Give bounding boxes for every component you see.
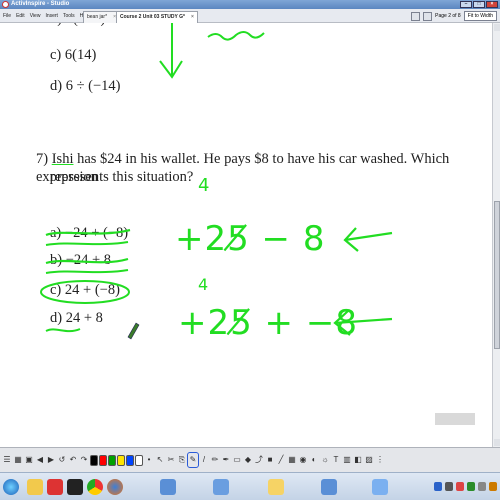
color-swatch-black[interactable] — [90, 454, 98, 466]
shape-icon[interactable]: ■ — [265, 453, 275, 467]
select-icon[interactable]: ↖ — [155, 453, 165, 467]
vertical-scrollbar[interactable] — [492, 23, 500, 447]
taskbar-app-icon[interactable] — [372, 479, 388, 495]
previous-page-icon[interactable]: ◀ — [35, 453, 45, 467]
taskbar-app-icon[interactable] — [160, 479, 176, 495]
activinspire-window: ActivInspire - Studio – □ × File Edit Vi… — [0, 0, 500, 500]
underline-a-ink — [45, 241, 129, 246]
revealer-icon[interactable]: ◐ — [309, 453, 319, 467]
taskbar — [0, 472, 500, 500]
reset-page-icon[interactable]: ↺ — [57, 453, 67, 467]
activinspire-icon[interactable] — [67, 479, 83, 495]
minimize-button[interactable]: – — [460, 1, 472, 8]
camera-icon[interactable]: ◉ — [298, 453, 308, 467]
menu-bar: File Edit View Insert Tools Help bean ja… — [0, 9, 500, 23]
main-menu-icon[interactable]: ☰ — [2, 453, 12, 467]
firefox-icon[interactable] — [107, 479, 123, 495]
text-icon[interactable]: T — [331, 453, 341, 467]
tab-bean-jar[interactable]: bean jar* × — [83, 11, 121, 23]
tab-label: Course 2 Unit 03 STUDY G* — [120, 14, 185, 20]
tray-icon[interactable] — [434, 482, 442, 491]
customize-icon[interactable]: ⋮ — [375, 453, 385, 467]
pin-icon[interactable]: ▥ — [342, 453, 352, 467]
acrobat-icon[interactable] — [47, 479, 63, 495]
connector-icon[interactable]: ⤴ — [254, 453, 264, 467]
app-logo-icon — [2, 1, 9, 8]
object-placeholder — [435, 413, 475, 425]
menu-view[interactable]: View — [30, 13, 41, 19]
redo-icon[interactable]: ↷ — [79, 453, 89, 467]
taskbar-app-icon[interactable] — [213, 479, 229, 495]
tab-course-2-unit-03[interactable]: Course 2 Unit 03 STUDY G* × — [116, 11, 198, 23]
strike-b-ink — [45, 257, 129, 265]
scroll-down-icon[interactable] — [494, 439, 500, 446]
window-title: ActivInspire - Studio — [11, 1, 70, 7]
fill-icon[interactable]: ◆ — [243, 453, 253, 467]
menu-file[interactable]: File — [3, 13, 11, 19]
line-icon[interactable]: ╱ — [276, 453, 286, 467]
clock-icon[interactable]: ◧ — [353, 453, 363, 467]
menu-edit[interactable]: Edit — [16, 13, 25, 19]
tab-close-icon[interactable]: × — [191, 12, 194, 23]
page-indicator: Page 2 of 8 — [435, 13, 461, 19]
taskbar-app-icon[interactable] — [268, 479, 284, 495]
highlighter-icon[interactable]: / — [199, 453, 209, 467]
color-swatch-blue[interactable] — [126, 454, 134, 466]
color-swatch-green[interactable] — [108, 454, 116, 466]
next-page-icon[interactable]: ▶ — [46, 453, 56, 467]
maximize-button[interactable]: □ — [473, 1, 485, 8]
strike-a-ink — [45, 228, 131, 237]
pen-cursor-icon — [127, 322, 140, 340]
eraser-icon[interactable]: ▭ — [232, 453, 242, 467]
color-swatch-yellow[interactable] — [117, 454, 125, 466]
tray-icon[interactable] — [489, 482, 497, 491]
page-icon[interactable]: ▣ — [24, 453, 34, 467]
close-button[interactable]: × — [486, 1, 498, 8]
ink-small-4-line1: 4 — [198, 175, 210, 196]
title-bar: ActivInspire - Studio – □ × — [0, 0, 500, 9]
scroll-thumb[interactable] — [494, 201, 500, 349]
scroll-up-icon[interactable] — [494, 24, 500, 31]
tab-label: bean jar* — [87, 14, 108, 20]
pen-width-icon[interactable]: • — [144, 453, 154, 467]
tray-icon[interactable] — [478, 482, 486, 491]
cut-icon[interactable]: ✂ — [166, 453, 176, 467]
circle-c-ink — [40, 280, 130, 304]
tray-icon[interactable] — [445, 482, 453, 491]
pen-icon[interactable]: ✎ — [187, 452, 199, 468]
underline-b-ink — [45, 269, 129, 274]
system-tray — [434, 482, 497, 491]
zoom-select[interactable]: Fit to Width — [463, 11, 497, 21]
marker-icon[interactable]: ✏ — [210, 453, 220, 467]
taskbar-app-icon[interactable] — [321, 479, 337, 495]
undo-icon[interactable]: ↶ — [68, 453, 78, 467]
copy-icon[interactable]: ⎘ — [177, 453, 187, 467]
tray-icon[interactable] — [456, 482, 464, 491]
main-toolbox: ☰ ▦ ▣ ◀ ▶ ↺ ↶ ↷ • ↖ ✂ ⎘ ✎ / ✏ ✒ ▭ ◆ ⤴ ■ … — [0, 447, 500, 472]
menu-tools[interactable]: Tools — [63, 13, 75, 19]
magic-ink-icon[interactable]: ✒ — [221, 453, 231, 467]
ink-expression-1: +25̸ − 8 — [175, 219, 326, 259]
left-arrow-1-ink — [343, 227, 393, 252]
browser-icon[interactable]: ▦ — [13, 453, 23, 467]
spotlight-icon[interactable]: ☼ — [320, 453, 330, 467]
page-browser-icon[interactable] — [411, 11, 421, 21]
image-icon[interactable]: ▨ — [364, 453, 374, 467]
table-icon[interactable]: ▦ — [287, 453, 297, 467]
color-swatch-red[interactable] — [99, 454, 107, 466]
page-sorter-icon[interactable] — [423, 11, 433, 21]
ink-small-4-line2: 4 — [198, 275, 209, 294]
start-icon[interactable] — [3, 479, 19, 495]
tray-icon[interactable] — [467, 482, 475, 491]
menu-insert[interactable]: Insert — [45, 13, 58, 19]
flipchart-canvas[interactable]: b) 6(−14) c) 6(14) d) 6 ÷ (−14) 7) Ishi … — [0, 23, 492, 447]
file-explorer-icon[interactable] — [27, 479, 43, 495]
chrome-icon[interactable] — [87, 479, 103, 495]
underline-d-ink — [45, 328, 81, 333]
color-swatch-white[interactable] — [135, 454, 143, 466]
ink-expression-2: +25̸ + −8 — [178, 303, 358, 343]
